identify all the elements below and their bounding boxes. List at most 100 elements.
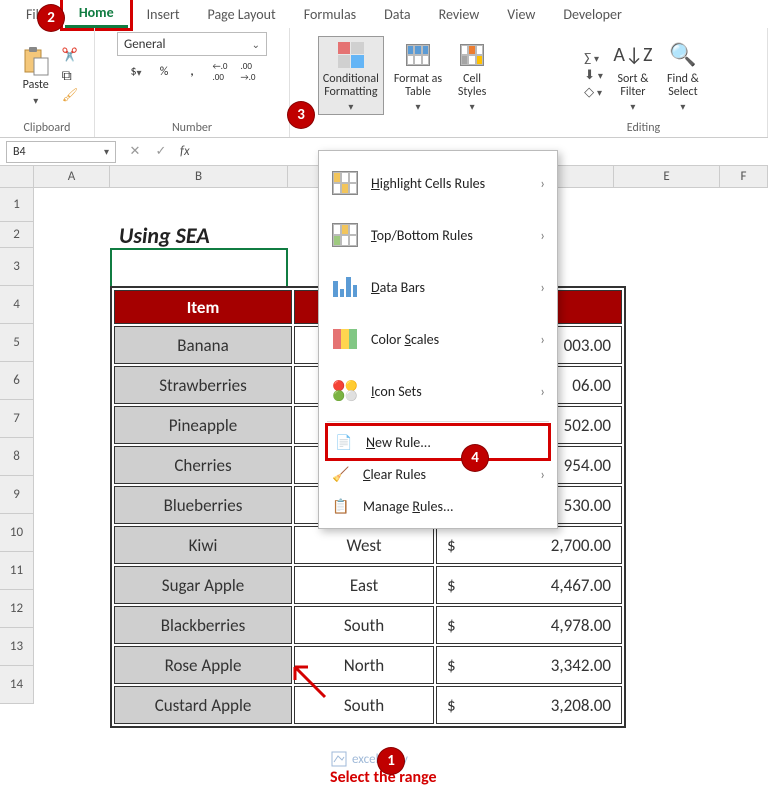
row-header[interactable]: 3 bbox=[0, 248, 34, 286]
row-header[interactable]: 7 bbox=[0, 400, 34, 438]
col-header[interactable]: B bbox=[110, 166, 288, 188]
cell-sales[interactable]: $2,700.00 bbox=[436, 526, 622, 564]
cell-sales[interactable]: $3,208.00 bbox=[436, 686, 622, 724]
tab-review[interactable]: Review bbox=[425, 2, 494, 27]
cell-region[interactable]: West bbox=[294, 526, 434, 564]
cell-sales[interactable]: $3,342.00 bbox=[436, 646, 622, 684]
menu-data-bars[interactable]: Data Bars › bbox=[319, 261, 557, 313]
menu-label: Manage Rules... bbox=[363, 498, 545, 515]
icon-sets-icon: 🔴🟡🟢⚪ bbox=[331, 377, 359, 405]
row-header[interactable]: 6 bbox=[0, 362, 34, 400]
cell-styles-icon bbox=[456, 39, 488, 71]
col-header[interactable]: A bbox=[34, 166, 110, 188]
menu-new-rule[interactable]: 📄 New Rule... bbox=[334, 426, 542, 458]
menu-label: Data Bars bbox=[371, 279, 528, 296]
group-number: General ⌄ $▾ % , ←.0.00 .00→.0 Number bbox=[95, 28, 290, 137]
row-header[interactable]: 12 bbox=[0, 590, 34, 628]
ribbon: Paste ▾ ✂️ ⧉ 🖌 Clipboard General ⌄ $▾ % … bbox=[0, 28, 768, 138]
conditional-formatting-menu: Highlight Cells Rules › Top/Bottom Rules… bbox=[318, 150, 558, 529]
copy-icon[interactable]: ⧉ bbox=[62, 67, 79, 84]
tab-formulas[interactable]: Formulas bbox=[290, 2, 370, 27]
row-header[interactable]: 13 bbox=[0, 628, 34, 666]
cell-region[interactable]: South bbox=[294, 606, 434, 644]
find-select-button[interactable]: 🔍 Find & Select▾ bbox=[663, 37, 703, 114]
row-header[interactable]: 5 bbox=[0, 324, 34, 362]
accept-formula-button[interactable]: ✓ bbox=[148, 144, 174, 159]
cell-item[interactable]: Pineapple bbox=[114, 406, 292, 444]
row-header[interactable]: 1 bbox=[0, 188, 34, 222]
menu-label: Highlight Cells Rules bbox=[371, 175, 528, 192]
tab-page-layout[interactable]: Page Layout bbox=[194, 2, 290, 27]
fill-button[interactable]: ⬇ ▾ bbox=[584, 68, 603, 83]
highlight-cells-icon bbox=[331, 169, 359, 197]
number-format-value: General bbox=[124, 37, 165, 52]
cell-styles-button[interactable]: Cell Styles▾ bbox=[452, 37, 492, 114]
menu-icon-sets[interactable]: 🔴🟡🟢⚪ Icon Sets › bbox=[319, 365, 557, 417]
cell-item[interactable]: Sugar Apple bbox=[114, 566, 292, 604]
sort-filter-button[interactable]: A↓Z Sort & Filter▾ bbox=[613, 37, 653, 114]
cell-item[interactable]: Blueberries bbox=[114, 486, 292, 524]
col-header[interactable]: E bbox=[614, 166, 720, 188]
callout-1: 1 bbox=[378, 748, 404, 774]
tab-view[interactable]: View bbox=[493, 2, 549, 27]
conditional-formatting-button[interactable]: Conditional Formatting▾ bbox=[318, 36, 384, 115]
cell-item[interactable]: Blackberries bbox=[114, 606, 292, 644]
row-header[interactable]: 8 bbox=[0, 438, 34, 476]
submenu-arrow-icon: › bbox=[540, 279, 545, 296]
name-box[interactable]: B4 ▾ bbox=[6, 141, 116, 163]
submenu-arrow-icon: › bbox=[540, 466, 545, 483]
row-header[interactable]: 2 bbox=[0, 222, 34, 248]
clear-button[interactable]: ◇ ▾ bbox=[584, 85, 603, 100]
menu-manage-rules[interactable]: 📋 Manage Rules... bbox=[319, 490, 557, 522]
menu-top-bottom[interactable]: Top/Bottom Rules › bbox=[319, 209, 557, 261]
row-header[interactable]: 11 bbox=[0, 552, 34, 590]
cell-item[interactable]: Banana bbox=[114, 326, 292, 364]
percent-button[interactable]: % bbox=[151, 60, 177, 84]
row-header[interactable]: 14 bbox=[0, 666, 34, 704]
menu-separator bbox=[327, 421, 549, 422]
cell-item[interactable]: Rose Apple bbox=[114, 646, 292, 684]
cell-item[interactable]: Strawberries bbox=[114, 366, 292, 404]
callout-2: 2 bbox=[38, 5, 64, 31]
format-painter-icon[interactable]: 🖌 bbox=[62, 88, 79, 103]
comma-button[interactable]: , bbox=[179, 60, 205, 84]
cell-sales[interactable]: $4,467.00 bbox=[436, 566, 622, 604]
cancel-formula-button[interactable]: ✕ bbox=[122, 144, 148, 159]
format-as-table-icon bbox=[402, 39, 434, 71]
tab-home[interactable]: Home bbox=[65, 0, 128, 28]
fx-label[interactable]: fx bbox=[174, 144, 196, 159]
ribbon-tabs: File Home Insert Page Layout Formulas Da… bbox=[0, 0, 768, 28]
row-header[interactable]: 10 bbox=[0, 514, 34, 552]
cut-icon[interactable]: ✂️ bbox=[62, 48, 79, 63]
format-as-table-button[interactable]: Format as Table▾ bbox=[390, 37, 446, 114]
paste-label: Paste bbox=[23, 79, 49, 92]
row-header[interactable]: 4 bbox=[0, 286, 34, 324]
tab-data[interactable]: Data bbox=[370, 2, 424, 27]
tab-insert[interactable]: Insert bbox=[133, 2, 194, 27]
select-all-corner[interactable] bbox=[0, 166, 34, 188]
cell-item[interactable]: Custard Apple bbox=[114, 686, 292, 724]
menu-label: Icon Sets bbox=[371, 383, 528, 400]
select-range-arrow bbox=[290, 662, 330, 702]
autosum-button[interactable]: ∑ ▾ bbox=[584, 51, 603, 66]
col-header[interactable]: F bbox=[720, 166, 768, 188]
top-bottom-icon bbox=[331, 221, 359, 249]
paste-button[interactable]: Paste ▾ bbox=[16, 43, 56, 107]
tab-developer[interactable]: Developer bbox=[549, 2, 635, 27]
cell-item[interactable]: Cherries bbox=[114, 446, 292, 484]
menu-highlight-cells[interactable]: Highlight Cells Rules › bbox=[319, 157, 557, 209]
currency-button[interactable]: $▾ bbox=[123, 60, 149, 84]
number-format-select[interactable]: General ⌄ bbox=[117, 32, 267, 56]
submenu-arrow-icon: › bbox=[540, 383, 545, 400]
cell-region[interactable]: East bbox=[294, 566, 434, 604]
cell-item[interactable]: Kiwi bbox=[114, 526, 292, 564]
row-header[interactable]: 9 bbox=[0, 476, 34, 514]
data-bars-icon bbox=[331, 273, 359, 301]
cell-sales[interactable]: $4,978.00 bbox=[436, 606, 622, 644]
decrease-decimal-button[interactable]: .00→.0 bbox=[235, 60, 261, 84]
menu-color-scales[interactable]: Color Scales › bbox=[319, 313, 557, 365]
menu-clear-rules[interactable]: 🧹 Clear Rules › bbox=[319, 458, 557, 490]
group-label-number: Number bbox=[172, 119, 212, 135]
format-as-table-label: Format as Table bbox=[394, 73, 442, 99]
increase-decimal-button[interactable]: ←.0.00 bbox=[207, 60, 233, 84]
